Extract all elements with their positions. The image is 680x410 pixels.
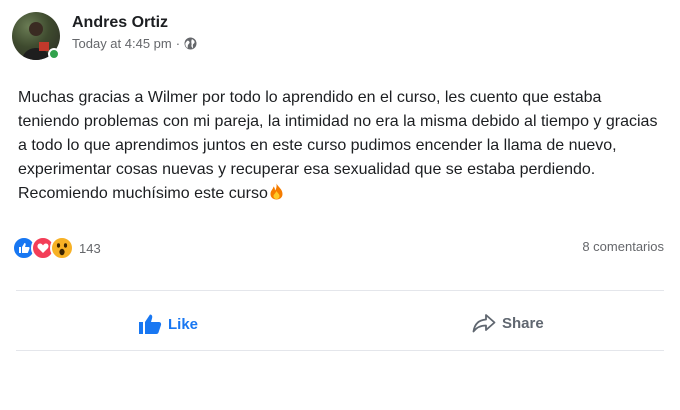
like-button[interactable]: Like (138, 313, 198, 335)
divider-bottom (16, 350, 664, 351)
post-body: Muchas gracias a Wilmer por todo lo apre… (18, 86, 658, 206)
like-icon (139, 314, 162, 334)
reaction-count[interactable]: 143 (79, 241, 101, 256)
like-label: Like (168, 315, 199, 333)
comment-count-link[interactable]: 8 comentarios (582, 239, 664, 254)
share-button[interactable]: Share (472, 313, 544, 333)
globe-icon[interactable] (184, 37, 197, 50)
divider-top (16, 290, 664, 291)
author-name[interactable]: Andres Ortiz (72, 13, 197, 33)
share-icon (472, 314, 496, 333)
share-label: Share (502, 314, 544, 332)
post-timestamp[interactable]: Today at 4:45 pm (72, 35, 172, 52)
post-text: Muchas gracias a Wilmer por todo lo apre… (18, 89, 658, 202)
avatar-container[interactable] (12, 12, 60, 60)
separator: · (175, 36, 181, 51)
post-header: Andres Ortiz Today at 4:45 pm · (12, 12, 197, 60)
fire-icon (270, 183, 283, 200)
online-status-dot (48, 48, 60, 60)
wow-reaction-icon (50, 236, 74, 260)
reactions-summary[interactable]: 143 (12, 236, 101, 260)
